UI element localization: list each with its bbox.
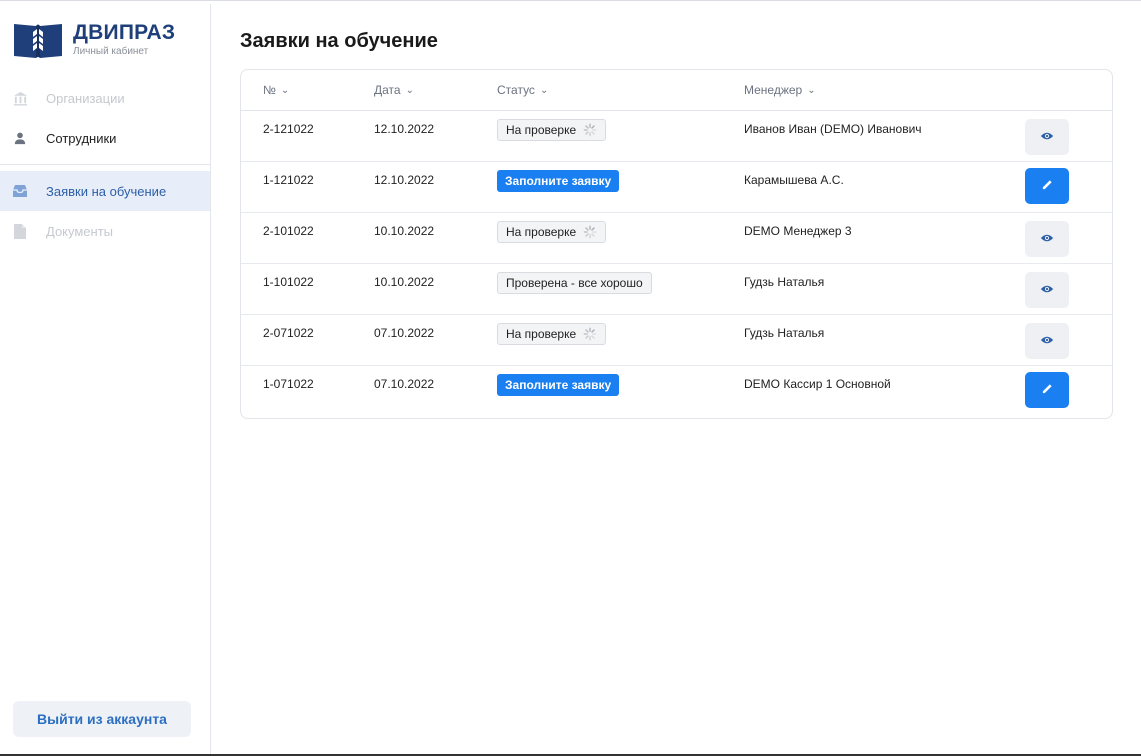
table-row: 1-071022 07.10.2022 Заполните заявку DEMO К… xyxy=(241,366,1112,417)
chevron-down-icon: ⌄ xyxy=(280,84,290,96)
table-header: № ⌄ Дата ⌄ Статус ⌄ Менеджер ⌄ xyxy=(241,70,1112,111)
request-date: 12.10.2022 xyxy=(374,122,435,136)
edit-button[interactable] xyxy=(1025,168,1069,204)
status-badge: Проверена - все хорошо xyxy=(497,272,652,294)
status-badge: На проверке xyxy=(497,221,607,243)
column-label: Менеджер xyxy=(744,83,803,97)
request-date: 10.10.2022 xyxy=(374,224,435,238)
edit-button[interactable] xyxy=(1025,372,1069,408)
loading-spinner-icon xyxy=(583,123,597,137)
table-row: 1-101022 10.10.2022 Проверена - все хорошо… xyxy=(241,264,1112,315)
table-row: 2-071022 07.10.2022 На проверке Гудзь Натал… xyxy=(241,315,1112,366)
column-header-number[interactable]: № ⌄ xyxy=(263,83,289,97)
sidebar-item-documents: Документы xyxy=(0,211,210,251)
status-label: На проверке xyxy=(506,327,577,341)
pencil-icon xyxy=(1042,177,1053,195)
eye-icon xyxy=(1040,332,1054,350)
request-status: На проверке xyxy=(497,221,607,243)
person-icon xyxy=(12,130,28,146)
status-label: На проверке xyxy=(506,123,577,137)
building-icon xyxy=(12,90,28,106)
table-body: 2-121022 12.10.2022 На проверке Иванов Иван… xyxy=(241,111,1112,417)
chevron-down-icon: ⌄ xyxy=(807,84,816,96)
loading-spinner-icon xyxy=(583,327,597,341)
eye-icon xyxy=(1040,128,1054,146)
request-date: 07.10.2022 xyxy=(374,377,435,391)
view-button[interactable] xyxy=(1025,221,1069,257)
view-button[interactable] xyxy=(1025,323,1069,359)
fill-request-button[interactable]: Заполните заявку xyxy=(497,170,620,192)
sidebar-item-training-requests[interactable]: Заявки на обучение xyxy=(0,171,210,211)
status-badge: На проверке xyxy=(497,119,607,141)
request-date: 07.10.2022 xyxy=(374,326,435,340)
request-manager: Гудзь Наталья xyxy=(744,275,825,289)
status-badge: На проверке xyxy=(497,323,607,345)
book-logo-icon xyxy=(14,24,62,58)
table-row: 2-101022 10.10.2022 На проверке DEMO Менедж… xyxy=(241,213,1112,264)
request-number: 2-121022 xyxy=(263,122,314,136)
view-button[interactable] xyxy=(1025,272,1069,308)
request-number: 2-071022 xyxy=(263,326,314,340)
table-row: 1-121022 12.10.2022 Заполните заявку Карамы… xyxy=(241,162,1112,213)
request-status: Проверена - все хорошо xyxy=(497,272,652,294)
eye-icon xyxy=(1040,230,1054,248)
request-date: 10.10.2022 xyxy=(374,275,435,289)
request-status: На проверке xyxy=(497,119,607,141)
brand-title: ДВИПРАЗ xyxy=(73,21,176,44)
sidebar-nav: Организации Сотрудники Заявки на обучени… xyxy=(0,78,210,251)
request-manager: DEMO Кассир 1 Основной xyxy=(744,377,891,391)
column-label: Статус xyxy=(497,83,535,97)
column-header-date[interactable]: Дата ⌄ xyxy=(374,83,414,97)
pencil-icon xyxy=(1042,381,1053,399)
brand-logo[interactable]: ДВИПРАЗ Личный кабинет xyxy=(12,20,175,60)
brand-subtitle: Личный кабинет xyxy=(73,46,149,57)
status-label: На проверке xyxy=(506,225,577,239)
sidebar-divider xyxy=(0,164,210,165)
requests-table: № ⌄ Дата ⌄ Статус ⌄ Менеджер ⌄ 2-121022 1… xyxy=(240,69,1113,419)
sidebar-item-label: Организации xyxy=(46,90,125,106)
table-row: 2-121022 12.10.2022 На проверке Иванов Иван… xyxy=(241,111,1112,162)
request-status: Заполните заявку xyxy=(497,170,620,192)
logout-button[interactable]: Выйти из аккаунта xyxy=(13,701,191,737)
sidebar-item-label: Заявки на обучение xyxy=(46,183,167,199)
sidebar: ДВИПРАЗ Личный кабинет Организации Сотру… xyxy=(0,4,211,754)
column-label: Дата xyxy=(374,83,401,97)
sidebar-item-label: Сотрудники xyxy=(46,130,117,146)
request-manager: DEMO Менеджер 3 xyxy=(744,224,852,238)
request-manager: Карамышева А.С. xyxy=(744,173,844,187)
fill-request-button[interactable]: Заполните заявку xyxy=(497,374,620,396)
request-number: 2-101022 xyxy=(263,224,314,238)
document-icon xyxy=(12,223,28,239)
view-button[interactable] xyxy=(1025,119,1069,155)
chevron-down-icon: ⌄ xyxy=(539,84,549,96)
request-number: 1-071022 xyxy=(263,377,314,391)
inbox-icon xyxy=(12,183,28,199)
column-header-manager[interactable]: Менеджер ⌄ xyxy=(744,83,816,97)
request-manager: Гудзь Наталья xyxy=(744,326,825,340)
eye-icon xyxy=(1040,281,1054,299)
sidebar-item-organizations: Организации xyxy=(0,78,210,118)
page-title: Заявки на обучение xyxy=(240,30,438,52)
sidebar-item-label: Документы xyxy=(46,223,114,239)
chevron-down-icon: ⌄ xyxy=(405,84,414,96)
column-header-status[interactable]: Статус ⌄ xyxy=(497,83,548,97)
request-status: На проверке xyxy=(497,323,607,345)
request-status: Заполните заявку xyxy=(497,374,620,396)
column-label: № xyxy=(263,83,276,97)
sidebar-item-employees[interactable]: Сотрудники xyxy=(0,118,210,158)
loading-spinner-icon xyxy=(583,225,597,239)
request-date: 12.10.2022 xyxy=(374,173,435,187)
request-number: 1-101022 xyxy=(263,275,314,289)
request-number: 1-121022 xyxy=(263,173,314,187)
request-manager: Иванов Иван (DEMO) Иванович xyxy=(744,122,922,136)
